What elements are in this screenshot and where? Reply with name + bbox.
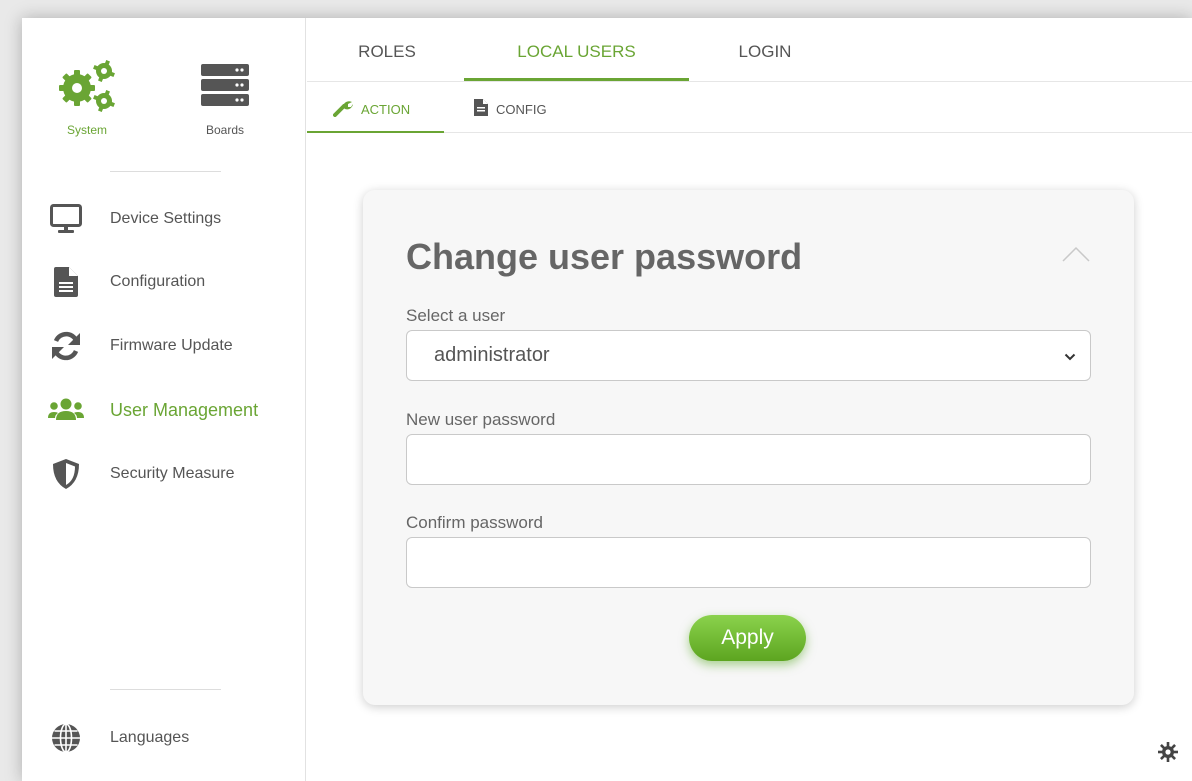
subtab-bar: ACTION CONFIG bbox=[307, 83, 1192, 133]
monitor-icon bbox=[48, 201, 84, 237]
boards-label: Boards bbox=[205, 123, 245, 137]
card-title: Change user password bbox=[406, 236, 803, 277]
system-button[interactable]: System bbox=[42, 58, 132, 137]
sidebar-item-label: Firmware Update bbox=[110, 337, 233, 354]
sidebar-item-label: User Management bbox=[110, 399, 259, 420]
sidebar-item-security-measure[interactable]: Security Measure bbox=[48, 456, 235, 492]
globe-icon bbox=[48, 720, 84, 756]
sidebar-item-configuration[interactable]: Configuration bbox=[48, 264, 205, 300]
sidebar-item-label: Languages bbox=[110, 729, 190, 746]
user-select[interactable]: administrator bbox=[406, 330, 1091, 381]
chevron-up-icon[interactable] bbox=[1062, 246, 1090, 267]
main-content: ROLES LOCAL USERS LOGIN ACTION CONFIG Ch… bbox=[307, 18, 1192, 781]
sidebar-item-user-management[interactable]: User Management bbox=[48, 392, 258, 428]
new-password-field[interactable] bbox=[406, 434, 1091, 485]
file-icon bbox=[48, 264, 84, 300]
tab-login[interactable]: LOGIN bbox=[735, 42, 795, 62]
tab-bar: ROLES LOCAL USERS LOGIN bbox=[307, 18, 1192, 82]
sidebar: System Boards Device Settings Configurat… bbox=[22, 18, 306, 781]
sidebar-divider bbox=[110, 171, 221, 172]
sync-icon bbox=[48, 328, 84, 364]
chevron-down-icon bbox=[1064, 344, 1076, 367]
shield-icon bbox=[48, 456, 84, 492]
active-subtab-indicator bbox=[307, 131, 444, 133]
subtab-action[interactable]: ACTION bbox=[333, 99, 410, 120]
subtab-label: CONFIG bbox=[496, 101, 547, 117]
gear-icon[interactable] bbox=[1158, 742, 1178, 767]
sidebar-item-label: Device Settings bbox=[110, 210, 222, 227]
sidebar-item-device-settings[interactable]: Device Settings bbox=[48, 201, 221, 237]
document-icon bbox=[474, 99, 496, 119]
sidebar-item-languages[interactable]: Languages bbox=[48, 720, 189, 756]
server-icon bbox=[199, 64, 251, 118]
tab-roles[interactable]: ROLES bbox=[356, 42, 418, 62]
active-tab-indicator bbox=[464, 78, 689, 81]
confirm-password-label: Confirm password bbox=[406, 513, 543, 532]
new-password-label: New user password bbox=[406, 410, 556, 429]
subtab-label: ACTION bbox=[361, 102, 411, 117]
wrench-icon bbox=[333, 99, 361, 120]
selected-user: administrator bbox=[434, 344, 550, 366]
apply-button[interactable]: Apply bbox=[689, 615, 806, 661]
select-user-label: Select a user bbox=[406, 306, 506, 325]
system-label: System bbox=[66, 123, 107, 137]
boards-button[interactable]: Boards bbox=[180, 58, 270, 137]
sidebar-divider bbox=[110, 689, 221, 690]
users-icon bbox=[48, 392, 84, 428]
change-password-card: Change user password Select a user admin… bbox=[363, 190, 1134, 705]
sidebar-item-label: Configuration bbox=[110, 273, 206, 290]
gears-icon bbox=[52, 60, 122, 118]
subtab-config[interactable]: CONFIG bbox=[474, 99, 547, 119]
confirm-password-field[interactable] bbox=[406, 537, 1091, 588]
sidebar-item-firmware-update[interactable]: Firmware Update bbox=[48, 328, 233, 364]
tab-local-users[interactable]: LOCAL USERS bbox=[464, 42, 689, 62]
app-window: System Boards Device Settings Configurat… bbox=[22, 18, 1192, 781]
sidebar-item-label: Security Measure bbox=[110, 465, 235, 482]
